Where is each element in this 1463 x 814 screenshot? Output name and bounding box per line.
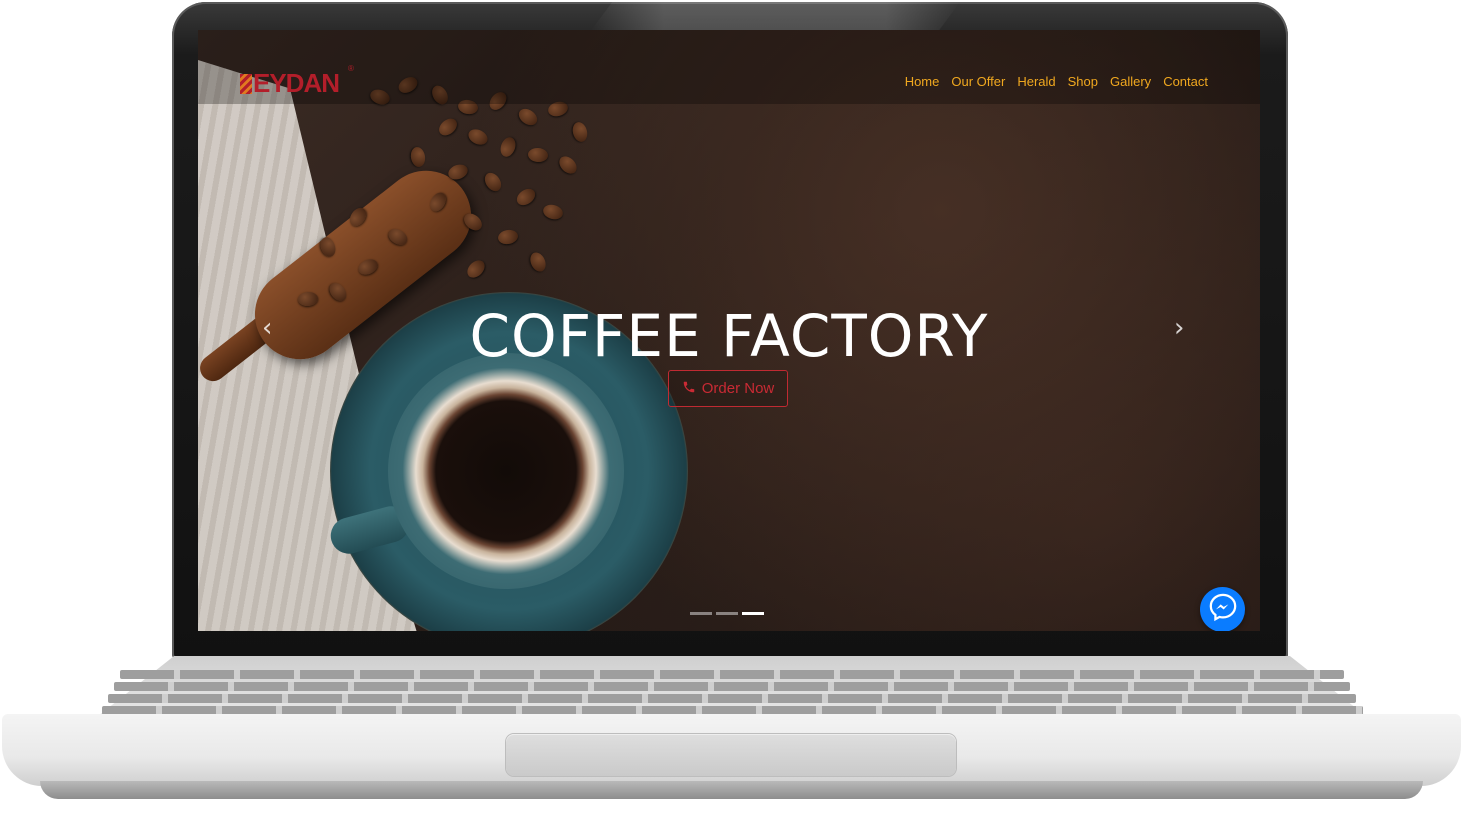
carousel-indicators [690, 612, 764, 615]
trackpad [506, 734, 956, 776]
carousel-indicator[interactable] [716, 612, 738, 615]
messenger-chat-button[interactable] [1200, 587, 1245, 631]
logo-text: EYDAN [253, 68, 340, 98]
key-row [114, 682, 1351, 691]
carousel-next-button[interactable]: › [1174, 314, 1190, 342]
nav-link-our-offer[interactable]: Our Offer [951, 74, 1005, 89]
coffee-cup-image [388, 353, 624, 589]
carousel-prev-button[interactable]: ‹ [262, 314, 278, 342]
order-now-label: Order Now [701, 380, 775, 397]
messenger-icon [1208, 592, 1238, 627]
main-nav: Home Our Offer Herald Shop Gallery Conta… [905, 74, 1208, 89]
registered-mark: ® [348, 64, 354, 73]
phone-icon [682, 380, 696, 398]
hero-title: COFFEE FACTORY [469, 302, 989, 370]
laptop-bottom-edge [40, 781, 1423, 799]
nav-link-contact[interactable]: Contact [1163, 74, 1208, 89]
key-row [120, 670, 1344, 679]
carousel-indicator[interactable] [690, 612, 712, 615]
keyboard [96, 666, 1369, 727]
lid-reflection [590, 2, 960, 32]
carousel-indicator-active[interactable] [742, 612, 764, 615]
logo-mark-icon [240, 74, 252, 94]
website-screen: EYDAN ® Home Our Offer Herald Shop Galle… [198, 30, 1260, 631]
nav-link-shop[interactable]: Shop [1068, 74, 1098, 89]
nav-link-home[interactable]: Home [905, 74, 940, 89]
chevron-left-icon: ‹ [262, 313, 273, 343]
key-row [108, 694, 1357, 703]
navbar: EYDAN ® Home Our Offer Herald Shop Galle… [198, 30, 1260, 104]
laptop-base [0, 656, 1463, 814]
order-now-button[interactable]: Order Now [668, 370, 788, 407]
nav-link-gallery[interactable]: Gallery [1110, 74, 1151, 89]
nav-link-herald[interactable]: Herald [1017, 74, 1055, 89]
chevron-right-icon: › [1174, 313, 1185, 343]
brand-logo[interactable]: EYDAN [240, 68, 340, 99]
